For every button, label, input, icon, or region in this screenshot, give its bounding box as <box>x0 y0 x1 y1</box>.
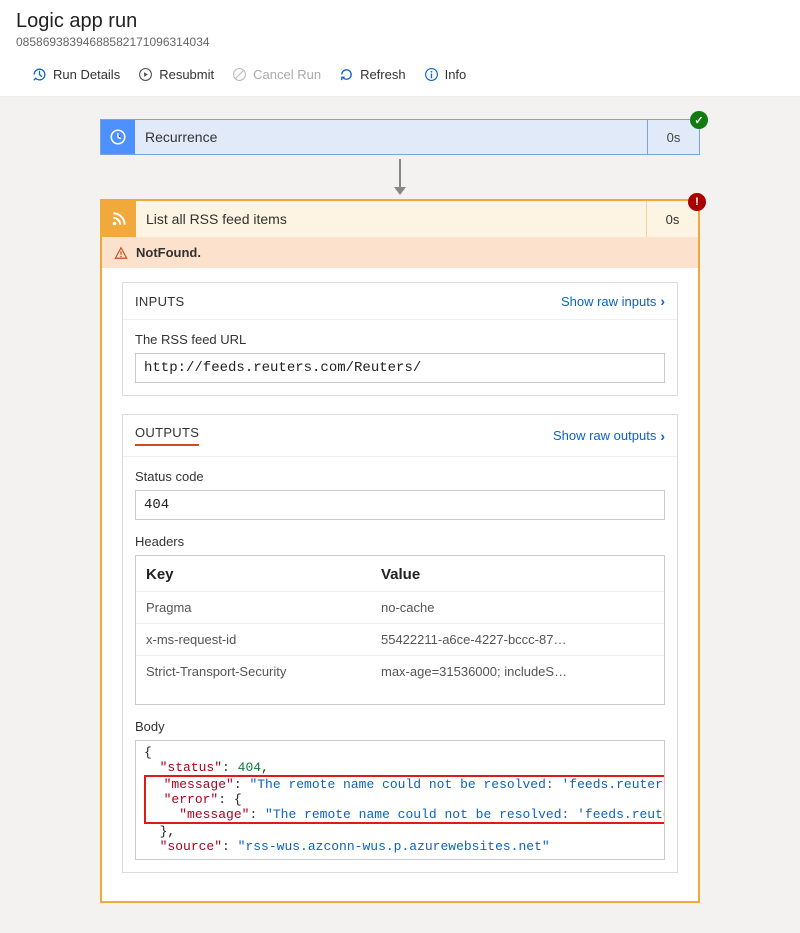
run-canvas: ✓ Recurrence 0s ! List all RSS feed item… <box>0 97 800 933</box>
rss-url-value: http://feeds.reuters.com/Reuters/ <box>135 353 665 383</box>
trigger-step[interactable]: ✓ Recurrence 0s <box>100 119 700 155</box>
trigger-name: Recurrence <box>135 120 647 154</box>
page-title: Logic app run <box>16 10 784 33</box>
error-badge-icon: ! <box>688 193 706 211</box>
headers-label: Headers <box>135 534 665 549</box>
chevron-right-icon: › <box>660 293 665 309</box>
refresh-icon <box>339 67 354 82</box>
resubmit-button[interactable]: Resubmit <box>138 67 214 82</box>
rss-icon <box>102 201 136 237</box>
body-label: Body <box>135 719 665 734</box>
headers-key-col: Key <box>136 556 371 592</box>
info-button[interactable]: Info <box>424 67 467 82</box>
cancel-run-button: Cancel Run <box>232 67 321 82</box>
rss-url-label: The RSS feed URL <box>135 332 665 347</box>
action-step: ! List all RSS feed items 0s NotFound. I… <box>100 199 700 903</box>
cancel-icon <box>232 67 247 82</box>
clock-icon <box>101 120 135 154</box>
show-raw-inputs-link[interactable]: Show raw inputs › <box>561 293 665 309</box>
success-badge-icon: ✓ <box>690 111 708 129</box>
info-icon <box>424 67 439 82</box>
toolbar: Run Details Resubmit Cancel Run Refresh … <box>16 59 784 92</box>
body-json[interactable]: { "status": 404, "message": "The remote … <box>135 740 665 860</box>
status-code-label: Status code <box>135 469 665 484</box>
table-row: x-ms-request-id55422211-a6ce-4227-bccc-8… <box>136 624 664 656</box>
inputs-card: INPUTS Show raw inputs › The RSS feed UR… <box>122 282 678 396</box>
warning-icon <box>114 246 128 260</box>
chevron-right-icon: › <box>660 428 665 444</box>
history-icon <box>32 67 47 82</box>
run-id: 08586938394688582171096314034 <box>16 35 784 49</box>
refresh-button[interactable]: Refresh <box>339 67 406 82</box>
headers-table[interactable]: Key Value Pragmano-cache x-ms-request-id… <box>135 555 665 705</box>
flow-arrow-icon <box>394 159 406 195</box>
action-header[interactable]: List all RSS feed items 0s <box>102 201 698 237</box>
table-row: Pragmano-cache <box>136 592 664 624</box>
status-code-value: 404 <box>135 490 665 520</box>
outputs-card: OUTPUTS Show raw outputs › Status code 4… <box>122 414 678 873</box>
action-error-banner: NotFound. <box>102 237 698 268</box>
outputs-heading: OUTPUTS <box>135 425 199 446</box>
play-icon <box>138 67 153 82</box>
show-raw-outputs-link[interactable]: Show raw outputs › <box>553 428 665 444</box>
action-name: List all RSS feed items <box>136 201 646 237</box>
inputs-heading: INPUTS <box>135 294 184 309</box>
error-highlight: "message": "The remote name could not be… <box>144 775 665 824</box>
table-row: Strict-Transport-Securitymax-age=3153600… <box>136 656 664 688</box>
run-details-button[interactable]: Run Details <box>32 67 120 82</box>
headers-value-col: Value <box>371 556 664 592</box>
